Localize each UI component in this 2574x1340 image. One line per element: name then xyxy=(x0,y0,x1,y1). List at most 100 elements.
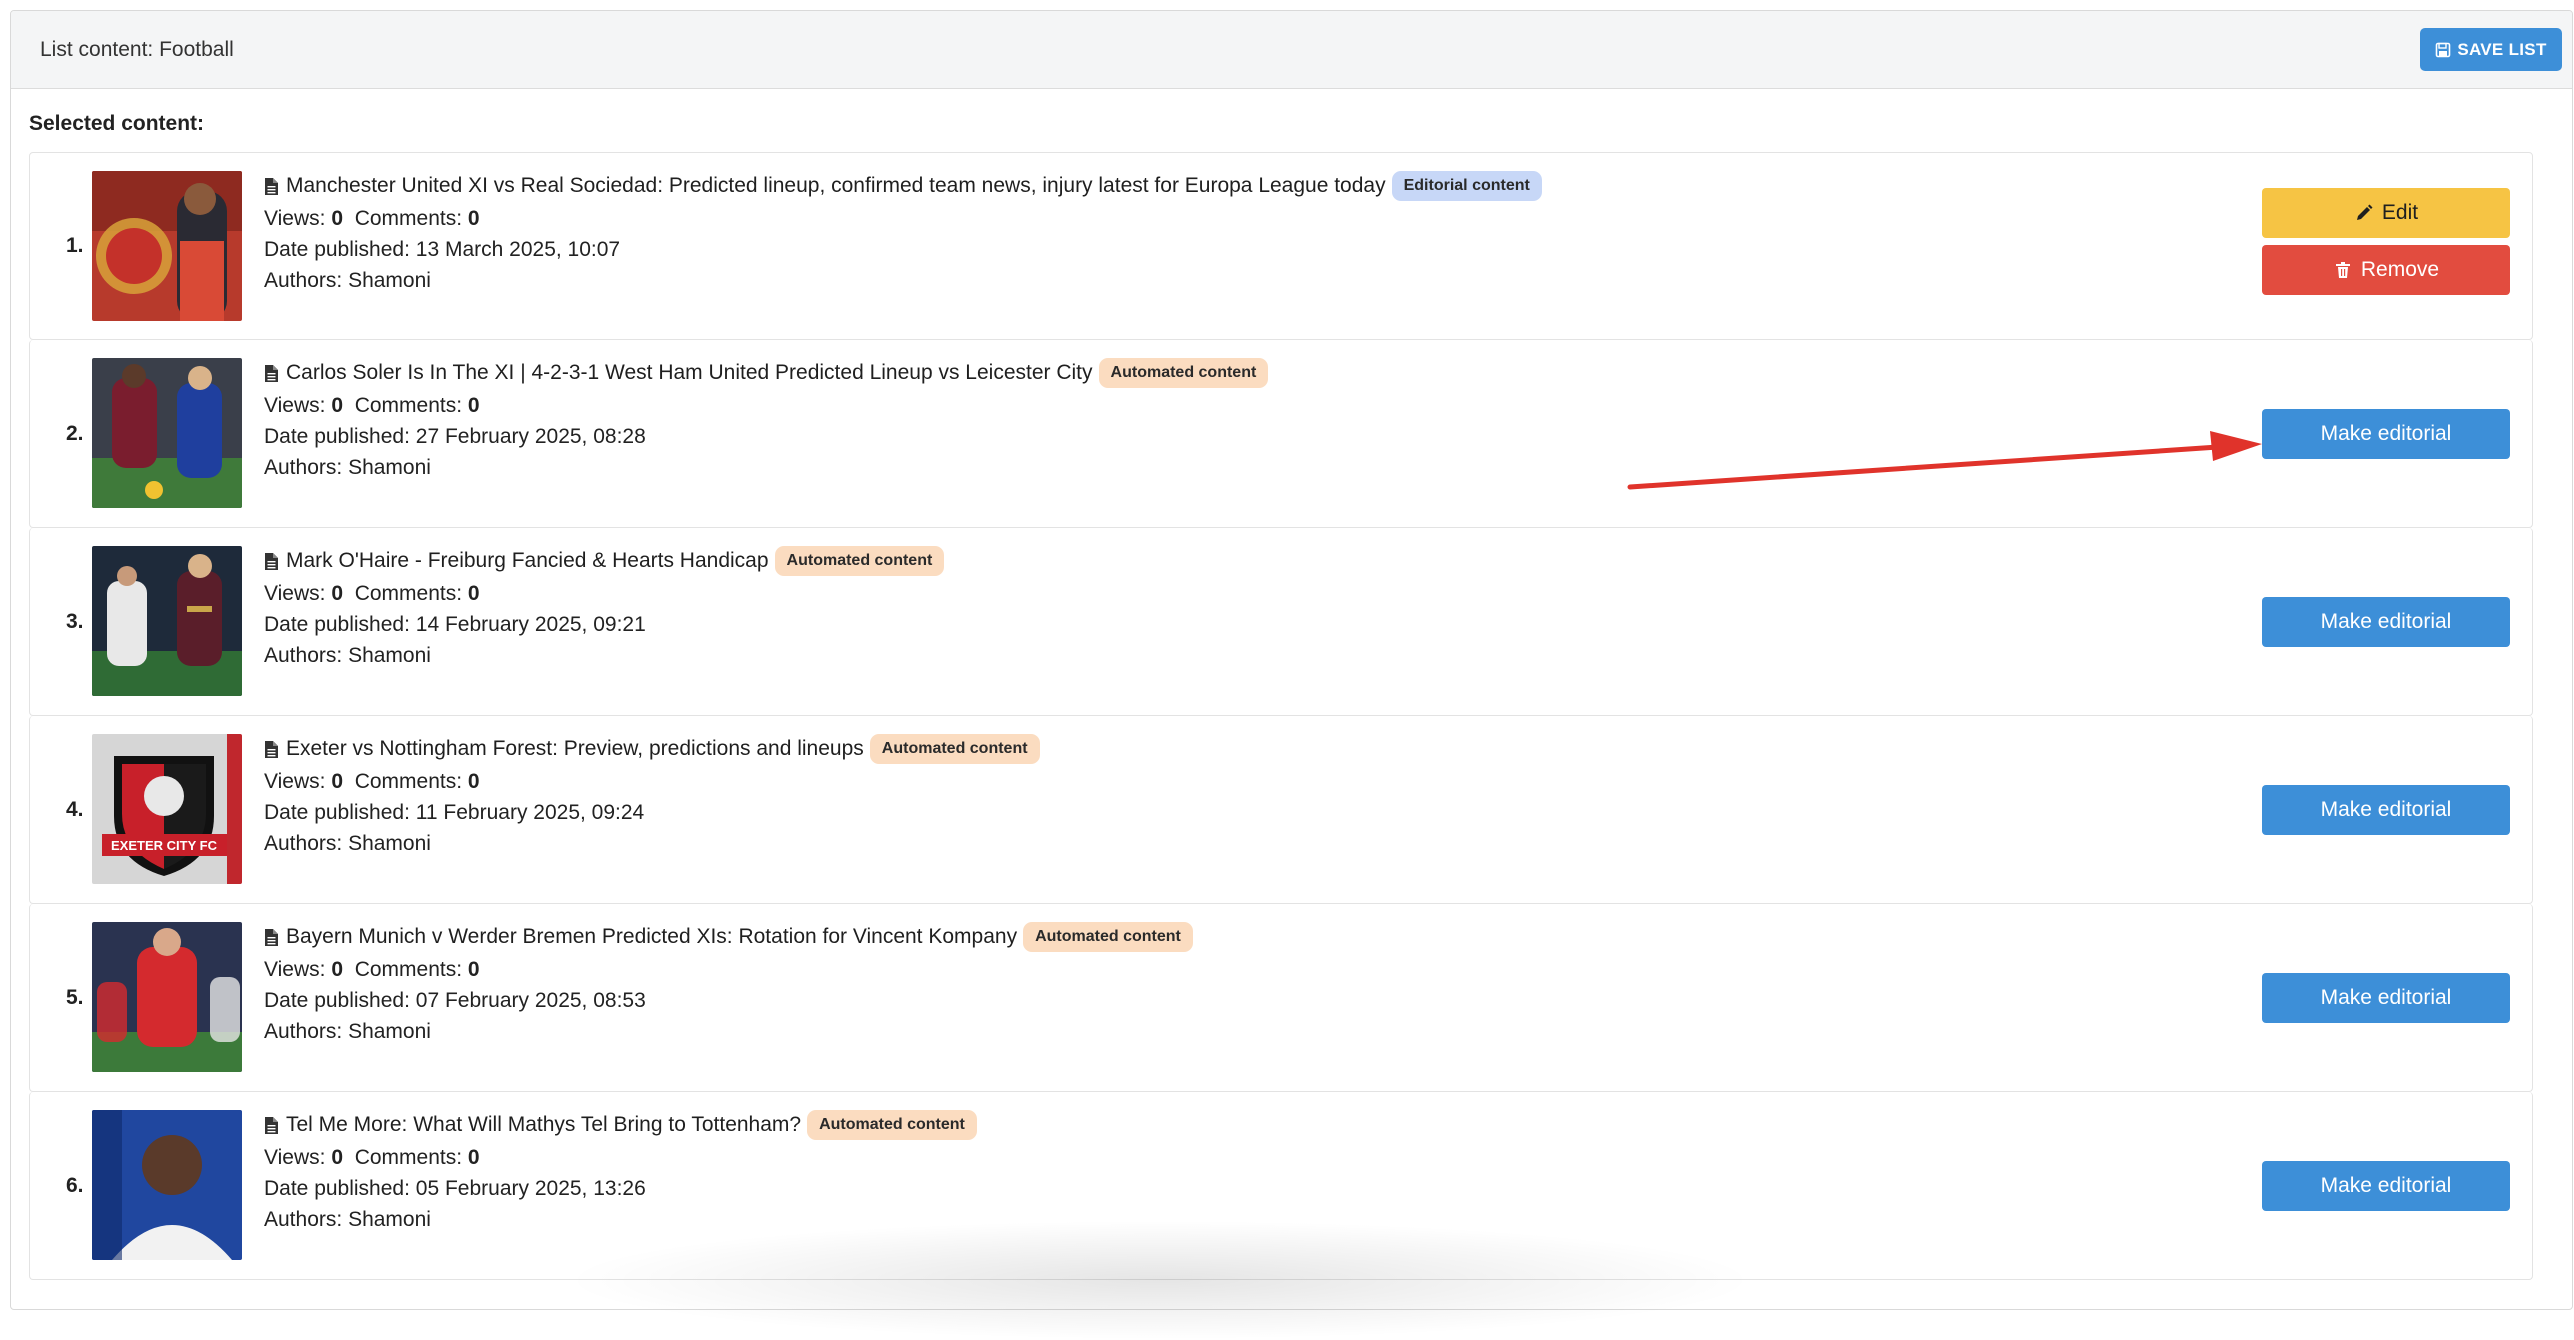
authors-label: Authors: xyxy=(264,644,343,667)
authors-value: Shamoni xyxy=(348,1208,431,1231)
date-value: 27 February 2025, 08:28 xyxy=(415,425,646,448)
item-date: Date published: 11 February 2025, 09:24 xyxy=(264,797,1040,828)
item-authors: Authors: Shamoni xyxy=(264,640,944,671)
item-number: 5. xyxy=(66,985,84,1009)
save-list-label: SAVE LIST xyxy=(2457,39,2547,59)
item-info: Manchester United XI vs Real Sociedad: P… xyxy=(264,169,1542,296)
item-authors: Authors: Shamoni xyxy=(264,828,1040,859)
item-title[interactable]: Tel Me More: What Will Mathys Tel Bring … xyxy=(286,1113,801,1137)
save-icon xyxy=(2436,42,2451,57)
item-date: Date published: 27 February 2025, 08:28 xyxy=(264,421,1268,452)
views-value: 0 xyxy=(331,582,344,605)
authors-value: Shamoni xyxy=(348,644,431,667)
item-date: Date published: 14 February 2025, 09:21 xyxy=(264,609,944,640)
item-number: 3. xyxy=(66,609,84,633)
content-type-badge: Editorial content xyxy=(1391,171,1542,201)
item-authors: Authors: Shamoni xyxy=(264,1016,1193,1047)
item-stats: Views: 0 Comments: 0 xyxy=(264,1142,977,1173)
thumb-crest-text: EXETER CITY FC xyxy=(111,838,218,853)
item-title[interactable]: Bayern Munich v Werder Bremen Predicted … xyxy=(286,925,1017,949)
date-value: 13 March 2025, 10:07 xyxy=(415,238,621,261)
make-editorial-button[interactable]: Make editorial xyxy=(2262,973,2510,1023)
comments-value: 0 xyxy=(467,1146,480,1169)
document-icon xyxy=(265,177,278,195)
views-label: Views: xyxy=(264,394,326,417)
make-editorial-label: Make editorial xyxy=(2320,610,2452,633)
authors-value: Shamoni xyxy=(348,832,431,855)
make-editorial-button[interactable]: Make editorial xyxy=(2262,597,2510,647)
authors-label: Authors: xyxy=(264,269,343,292)
content-type-badge: Automated content xyxy=(869,734,1040,764)
item-stats: Views: 0 Comments: 0 xyxy=(264,578,944,609)
make-editorial-button[interactable]: Make editorial xyxy=(2262,785,2510,835)
item-title[interactable]: Mark O'Haire - Freiburg Fancied & Hearts… xyxy=(286,549,769,573)
item-stats: Views: 0 Comments: 0 xyxy=(264,766,1040,797)
authors-label: Authors: xyxy=(264,1208,343,1231)
edit-button[interactable]: Edit xyxy=(2262,188,2510,238)
edit-label: Edit xyxy=(2381,201,2419,224)
item-info: Mark O'Haire - Freiburg Fancied & Hearts… xyxy=(264,544,945,671)
comments-value: 0 xyxy=(467,207,480,230)
views-value: 0 xyxy=(331,770,344,793)
make-editorial-label: Make editorial xyxy=(2320,986,2452,1009)
content-type-badge: Automated content xyxy=(807,1110,977,1140)
item-date: Date published: 05 February 2025, 13:26 xyxy=(264,1173,977,1204)
item-title[interactable]: Carlos Soler Is In The XI | 4-2-3-1 West… xyxy=(286,361,1093,385)
item-thumbnail xyxy=(92,358,242,508)
content-list: 1. Manchester United XI vs Real Sociedad… xyxy=(29,152,2533,1280)
item-thumbnail xyxy=(92,922,242,1072)
date-label: Date published: xyxy=(264,238,410,261)
comments-value: 0 xyxy=(467,770,480,793)
list-item: 3. Mark O'Haire - Freiburg Fancied & Hea… xyxy=(29,528,2533,716)
authors-label: Authors: xyxy=(264,832,343,855)
document-icon xyxy=(265,740,278,758)
make-editorial-button[interactable]: Make editorial xyxy=(2262,1161,2510,1211)
item-number: 2. xyxy=(66,421,84,445)
make-editorial-button[interactable]: Make editorial xyxy=(2262,409,2510,459)
item-authors: Authors: Shamoni xyxy=(264,265,1542,296)
remove-button[interactable]: Remove xyxy=(2262,245,2510,295)
comments-label: Comments: xyxy=(354,582,463,605)
page-title: List content: Football xyxy=(40,37,234,61)
content-type-badge: Automated content xyxy=(1023,922,1193,952)
views-label: Views: xyxy=(264,1146,326,1169)
panel-header: List content: Football SAVE LIST xyxy=(11,11,2572,89)
content-type-badge: Automated content xyxy=(1098,358,1269,388)
date-value: 05 February 2025, 13:26 xyxy=(415,1177,646,1200)
views-label: Views: xyxy=(264,582,326,605)
item-number: 1. xyxy=(66,234,84,257)
make-editorial-label: Make editorial xyxy=(2320,422,2452,445)
make-editorial-label: Make editorial xyxy=(2320,798,2452,821)
comments-value: 0 xyxy=(467,394,480,417)
comments-label: Comments: xyxy=(354,394,463,417)
item-thumbnail: EXETER CITY FC xyxy=(92,734,242,884)
item-number: 6. xyxy=(66,1173,84,1197)
date-label: Date published: xyxy=(264,613,410,636)
item-stats: Views: 0 Comments: 0 xyxy=(264,203,1542,234)
item-thumbnail xyxy=(92,171,242,321)
item-stats: Views: 0 Comments: 0 xyxy=(264,390,1268,421)
selected-content-label: Selected content: xyxy=(29,112,205,135)
item-title[interactable]: Manchester United XI vs Real Sociedad: P… xyxy=(286,174,1386,198)
document-icon xyxy=(265,1116,278,1134)
views-label: Views: xyxy=(264,958,326,981)
save-list-button[interactable]: SAVE LIST xyxy=(2420,28,2562,71)
item-info: Exeter vs Nottingham Forest: Preview, pr… xyxy=(264,732,1040,859)
list-item: 5. Bayern Munich v Werder Bremen Predict… xyxy=(29,904,2533,1092)
authors-value: Shamoni xyxy=(348,456,431,479)
date-label: Date published: xyxy=(264,989,410,1012)
item-info: Tel Me More: What Will Mathys Tel Bring … xyxy=(264,1108,977,1235)
content-type-badge: Automated content xyxy=(774,546,945,576)
list-item: 2. Carlos Soler Is In The XI | 4-2-3-1 W… xyxy=(29,340,2533,528)
item-thumbnail xyxy=(92,546,242,696)
item-title[interactable]: Exeter vs Nottingham Forest: Preview, pr… xyxy=(286,737,864,761)
bottom-shadow xyxy=(560,1220,1760,1340)
pencil-icon xyxy=(2356,204,2373,220)
document-icon xyxy=(265,552,278,570)
make-editorial-label: Make editorial xyxy=(2320,1174,2452,1197)
date-label: Date published: xyxy=(264,801,410,824)
date-label: Date published: xyxy=(264,1177,410,1200)
comments-value: 0 xyxy=(467,582,480,605)
date-label: Date published: xyxy=(264,425,410,448)
date-value: 11 February 2025, 09:24 xyxy=(415,801,645,824)
